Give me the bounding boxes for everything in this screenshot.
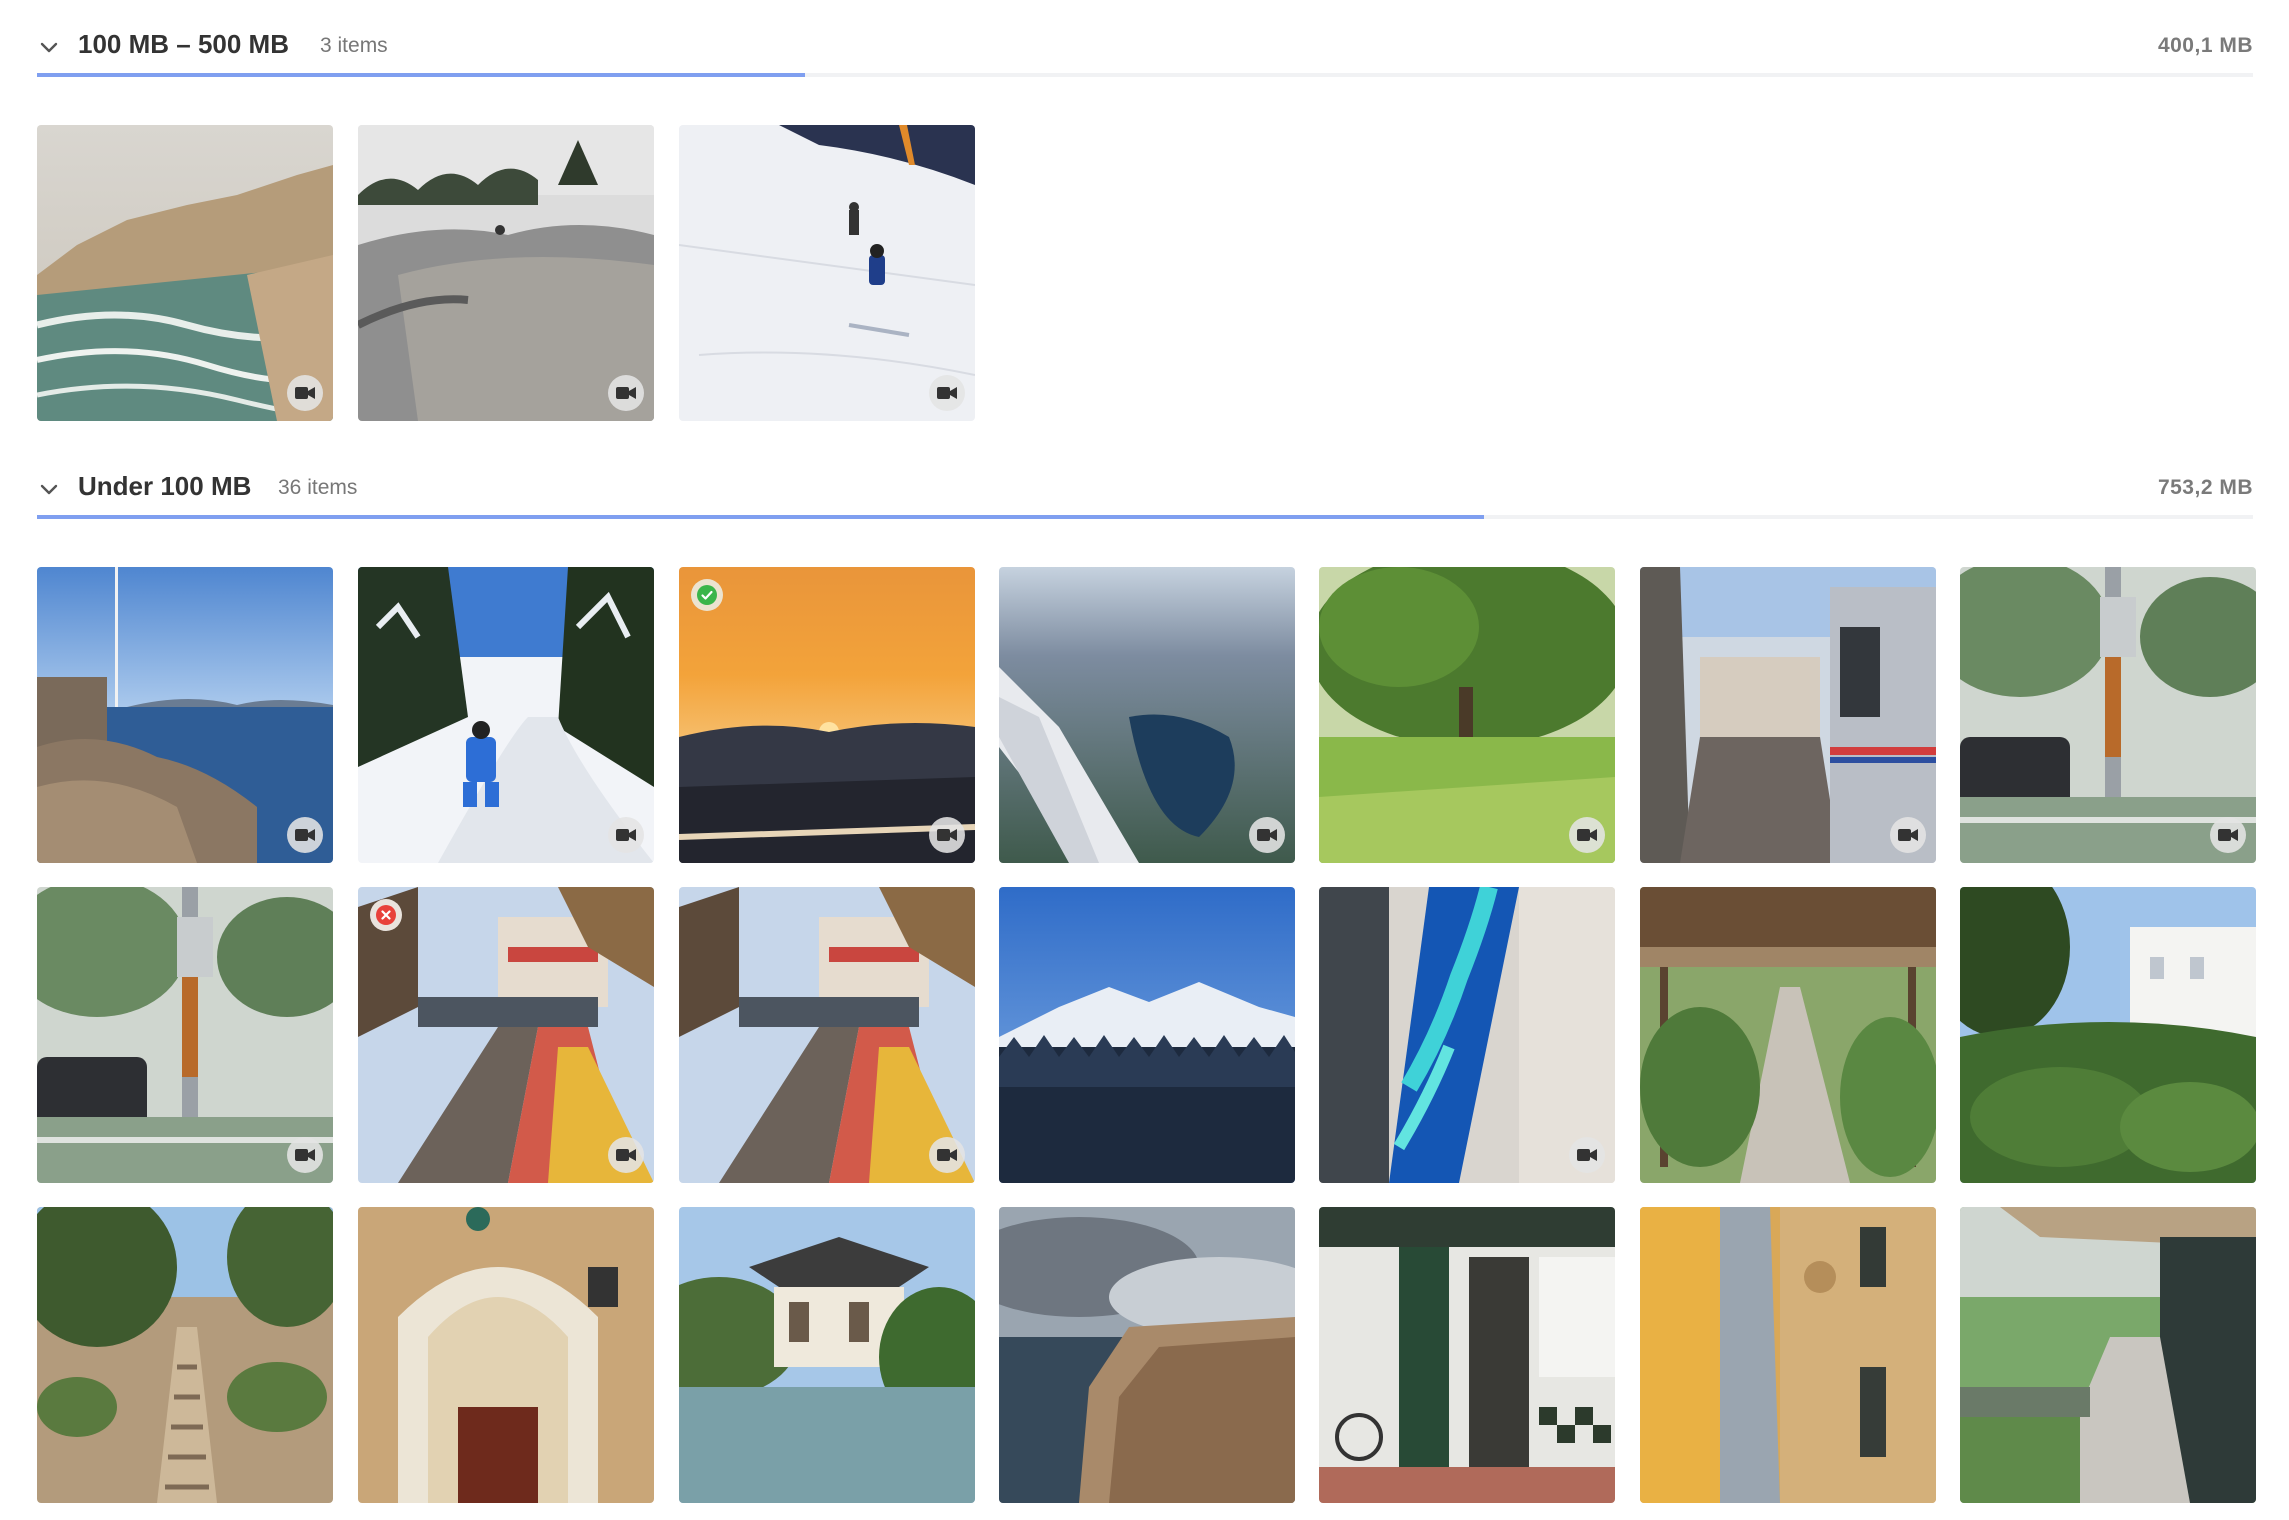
thumb-covered-walkway[interactable] (1960, 1207, 2256, 1503)
thumb-waterfall-screen[interactable] (1319, 887, 1615, 1183)
section-size-bar-fill (37, 73, 805, 77)
thumb-aerial-wing[interactable] (999, 567, 1295, 863)
thumb-japanese-pavilion[interactable] (679, 1207, 975, 1503)
video-icon (287, 1137, 323, 1173)
section-item-count: 3 items (320, 34, 388, 57)
section-title: Under 100 MB (78, 471, 252, 501)
thumb-old-street[interactable] (1640, 1207, 1936, 1503)
thumb-wooden-walkway[interactable] (1640, 887, 1936, 1183)
thumb-garden-house[interactable] (1960, 887, 2256, 1183)
thumb-railway-1[interactable] (358, 887, 654, 1183)
video-icon (929, 1137, 965, 1173)
thumb-snowy-trail[interactable] (358, 567, 654, 863)
video-icon (608, 817, 644, 853)
section-total-size: 753,2 MB (2157, 476, 2253, 499)
thumb-ski-slope[interactable] (679, 125, 975, 421)
video-icon (929, 375, 965, 411)
chevron-down-icon[interactable] (38, 478, 60, 500)
section-title: 100 MB – 500 MB (78, 29, 289, 59)
thumb-railway-2[interactable] (679, 887, 975, 1183)
thumb-pump-track[interactable] (358, 125, 654, 421)
chevron-down-icon[interactable] (38, 36, 60, 58)
video-icon (1249, 817, 1285, 853)
video-icon (929, 817, 965, 853)
video-icon (287, 817, 323, 853)
video-icon (1569, 817, 1605, 853)
video-icon (1569, 1137, 1605, 1173)
video-icon (608, 1137, 644, 1173)
section-size-bar-fill (37, 515, 1484, 519)
thumb-train-platform[interactable] (1640, 567, 1936, 863)
thumb-sea-cliff[interactable] (999, 1207, 1295, 1503)
video-icon (608, 375, 644, 411)
thumb-park-tree[interactable] (1319, 567, 1615, 863)
thumb-street-pole[interactable] (1960, 567, 2256, 863)
video-icon (1890, 817, 1926, 853)
thumb-rocky-coast[interactable] (37, 567, 333, 863)
section-size-bar (37, 73, 2253, 77)
section-header-100-500mb[interactable]: 100 MB – 500 MB 3 items 400,1 MB (0, 14, 2289, 74)
thumb-stone-doorway[interactable] (358, 1207, 654, 1503)
thumb-snowy-forest[interactable] (999, 887, 1295, 1183)
thumb-garden-path[interactable] (37, 1207, 333, 1503)
section-total-size: 400,1 MB (2157, 34, 2253, 57)
section-header-under-100mb[interactable]: Under 100 MB 36 items 753,2 MB (0, 456, 2289, 516)
thumb-street-pole-2[interactable] (37, 887, 333, 1183)
thumb-shop-front[interactable] (1319, 1207, 1615, 1503)
video-icon (287, 375, 323, 411)
error-icon (370, 899, 402, 931)
section-item-count: 36 items (278, 476, 358, 499)
thumb-beach-cliffs[interactable] (37, 125, 333, 421)
video-icon (2210, 817, 2246, 853)
section-size-bar (37, 515, 2253, 519)
check-icon (691, 579, 723, 611)
thumb-sunset[interactable] (679, 567, 975, 863)
